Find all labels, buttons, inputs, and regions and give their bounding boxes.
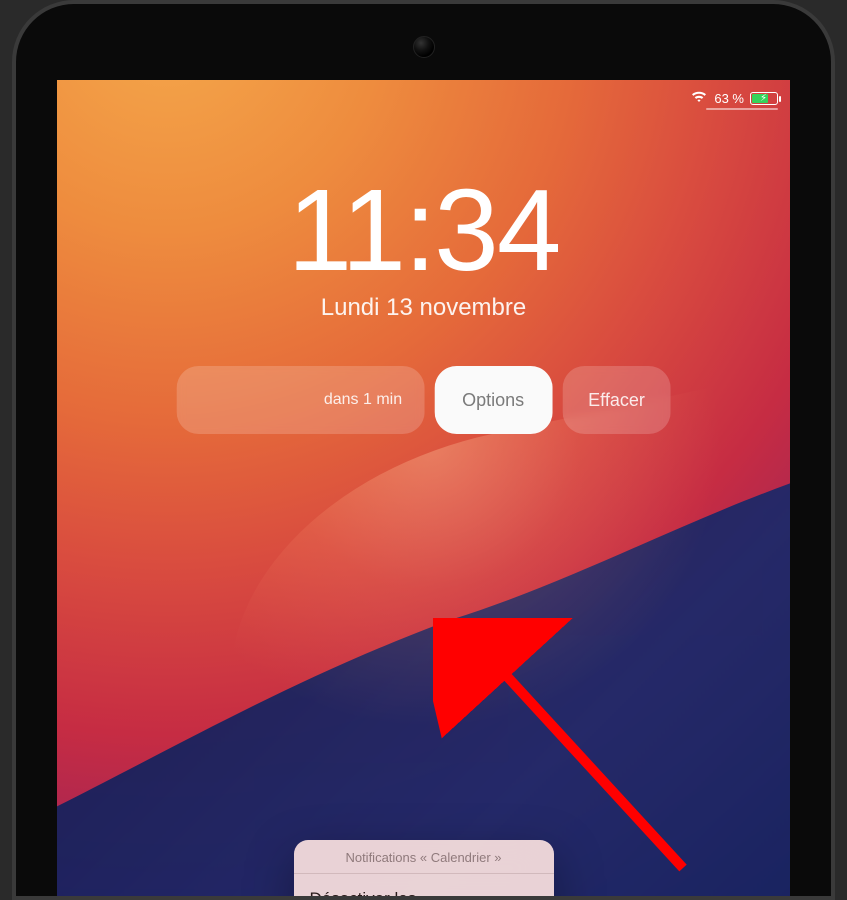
clock-date: Lundi 13 novembre — [57, 294, 790, 322]
ipad-frame: 63 % ⚡︎ 11:34 Lundi 13 novembre dans 1 m… — [12, 0, 835, 900]
clear-button[interactable]: Effacer — [562, 366, 671, 434]
popup-title: Notifications « Calendrier » — [294, 840, 554, 873]
app-icon-blurred — [285, 488, 329, 532]
notification-card-blurred — [271, 464, 577, 552]
lock-clock: 11:34 Lundi 13 novembre — [57, 172, 790, 322]
options-button[interactable]: Options — [434, 366, 552, 434]
wallpaper-wave — [57, 440, 790, 896]
status-underline — [706, 108, 778, 110]
wifi-icon — [690, 90, 708, 106]
notification-timing: dans 1 min — [324, 391, 402, 409]
charging-icon: ⚡︎ — [760, 93, 767, 104]
popup-item-label: Désactiver les notifications urgentes — [310, 888, 516, 896]
popup-item-disable-urgent[interactable]: Désactiver les notifications urgentes — [294, 873, 554, 896]
clock-time: 11:34 — [57, 172, 790, 288]
options-popup: Notifications « Calendrier » Désactiver … — [294, 840, 554, 896]
options-label: Options — [462, 390, 524, 411]
battery-percent-label: 63 % — [714, 91, 744, 106]
notification-summary[interactable]: dans 1 min — [176, 366, 424, 434]
status-bar: 63 % ⚡︎ — [690, 90, 778, 106]
clear-label: Effacer — [588, 390, 645, 411]
notification-action-row: dans 1 min Options Effacer — [176, 366, 671, 434]
battery-icon: ⚡︎ — [750, 92, 778, 105]
front-camera — [413, 36, 435, 58]
lock-screen: 63 % ⚡︎ 11:34 Lundi 13 novembre dans 1 m… — [57, 80, 790, 896]
ipad-bezel: 63 % ⚡︎ 11:34 Lundi 13 novembre dans 1 m… — [16, 4, 831, 896]
